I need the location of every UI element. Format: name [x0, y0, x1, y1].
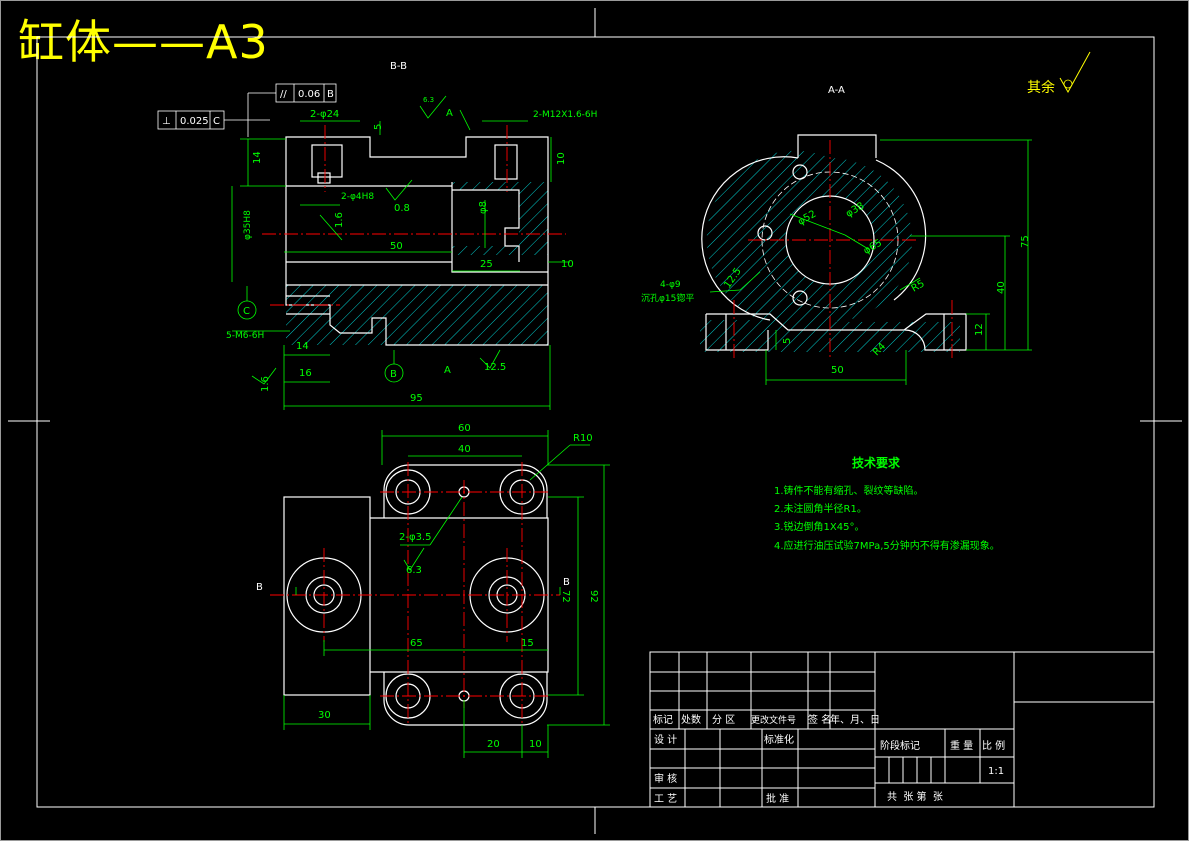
section-b-label: B — [256, 582, 263, 593]
dim-top-65: 65 — [410, 638, 423, 649]
dim-14b: 14 — [252, 151, 263, 164]
tb-scale: 比 例 — [982, 739, 1005, 752]
tb-count: 处数 — [681, 713, 701, 726]
dim-top-72: 72 — [560, 590, 571, 603]
section-b-label-2: B — [563, 577, 570, 588]
dim-top-92: 92 — [588, 590, 599, 603]
dim-10: 10 — [561, 259, 574, 270]
dim-phi8: φ8 — [478, 201, 489, 214]
dim-5: 5 — [373, 124, 384, 130]
label-m12: 2-M12X1.6-6H — [533, 110, 597, 120]
tb-stage-mark: 阶段标记 — [880, 739, 920, 752]
dim-25: 25 — [480, 259, 493, 270]
front-view: B-B 95 50 25 10 10 14 16 14 5 φ8 12.5 1.… — [157, 61, 597, 410]
tb-design: 设 计 — [654, 733, 677, 746]
dim-95: 95 — [410, 393, 423, 404]
tb-zone: 分 区 — [712, 714, 735, 726]
dim-12-5: 12.5 — [484, 362, 506, 373]
roughness-1-6: 1.6 — [260, 376, 271, 392]
dim-top-10: 10 — [529, 739, 542, 750]
label-counterbore: 沉孔φ15锪平 — [641, 292, 694, 304]
sheet-frame — [0, 0, 1189, 841]
perp-ref: C — [213, 116, 220, 127]
perp-symbol: ⊥ — [162, 116, 171, 127]
tb-approve: 批 准 — [766, 792, 789, 805]
dim-top-60: 60 — [458, 423, 471, 434]
tech-req-item-4: 4.应进行油压试验7MPa,5分钟内不得有渗漏现象。 — [774, 539, 1000, 552]
dim-side-50: 50 — [831, 365, 844, 376]
tb-weight: 重 量 — [950, 739, 973, 752]
roughness-0-8: 0.8 — [394, 203, 410, 214]
section-a-label-2: A — [444, 365, 451, 376]
tech-req-heading: 技术要求 — [852, 455, 901, 470]
tb-standardize: 标准化 — [764, 733, 794, 746]
drawing-border — [36, 36, 1155, 808]
datum-c: C — [243, 306, 250, 317]
dim-side-5: 5 — [782, 338, 793, 344]
tb-review: 审 核 — [654, 772, 677, 785]
title-block-text: 标记 处数 分 区 更改文件号 签 名 年、月、日 设 计 标准化 阶段标记 重… — [653, 713, 1005, 805]
dim-top-15: 15 — [521, 638, 534, 649]
tb-mark: 标记 — [653, 714, 673, 726]
dim-top-20: 20 — [487, 739, 500, 750]
parallel-value: 0.06 — [298, 89, 320, 100]
dim-top-40: 40 — [458, 444, 471, 455]
top-view: 60 40 65 15 30 20 10 72 92 R10 6.3 2-φ3.… — [256, 423, 610, 758]
dim-40: 40 — [996, 281, 1007, 294]
section-bb-label: B-B — [390, 61, 407, 72]
dim-10b: 10 — [556, 152, 567, 165]
dim-14: 14 — [296, 341, 309, 352]
tb-change-doc: 更改文件号 — [751, 714, 796, 726]
drawing-canvas: B-B 95 50 25 10 10 14 16 14 5 φ8 12.5 1.… — [0, 0, 1189, 841]
tb-sheets: 共 张 第 张 — [887, 790, 943, 803]
tb-signature: 签 名 — [808, 713, 831, 726]
tech-req-item-2: 2.未注圆角半径R1。 — [774, 502, 867, 515]
parallel-ref: B — [327, 89, 334, 100]
dim-16: 16 — [299, 368, 312, 379]
tech-req-item-1: 1.铸件不能有缩孔、裂纹等缺陷。 — [774, 484, 924, 497]
dim-top-30: 30 — [318, 710, 331, 721]
roughness-1-6b: 1.6 — [334, 212, 345, 228]
tb-date: 年、月、日 — [830, 713, 880, 726]
tb-scale-value: 1:1 — [988, 766, 1004, 777]
dim-50: 50 — [390, 241, 403, 252]
section-a-label: A — [446, 108, 453, 119]
roughness-6-3: 6.3 — [423, 96, 434, 104]
parallel-symbol: // — [280, 89, 287, 100]
tech-requirements: 技术要求 1.铸件不能有缩孔、裂纹等缺陷。 2.未注圆角半径R1。 3.锐边倒角… — [774, 455, 1000, 552]
side-view: A-A 75 40 50 12 5 12.5 φ52 φ38 φ65 R5 R4… — [641, 85, 1032, 385]
roughness-note-text: 其余 — [1027, 79, 1055, 96]
tech-req-item-3: 3.锐边倒角1X45°。 — [774, 520, 864, 533]
roughness-note: 其余 — [1027, 51, 1091, 96]
label-2-phi4: 2-φ4H8 — [341, 192, 374, 202]
dim-75: 75 — [1020, 235, 1031, 248]
label-m6: 5-M6-6H — [226, 331, 264, 341]
label-2-phi24: 2-φ24 — [310, 109, 339, 120]
dim-top-r10: R10 — [573, 433, 593, 444]
label-bore: φ35H8 — [243, 210, 253, 240]
dim-side-12: 12 — [974, 323, 985, 336]
label-top-holes: 2-φ3.5 — [399, 532, 431, 543]
datum-b: B — [390, 369, 397, 380]
perp-value: 0.025 — [180, 116, 209, 127]
section-aa-label: A-A — [828, 85, 845, 96]
label-4-phi9: 4-φ9 — [660, 280, 681, 290]
title-block — [649, 651, 1155, 808]
tb-process: 工 艺 — [654, 793, 677, 805]
